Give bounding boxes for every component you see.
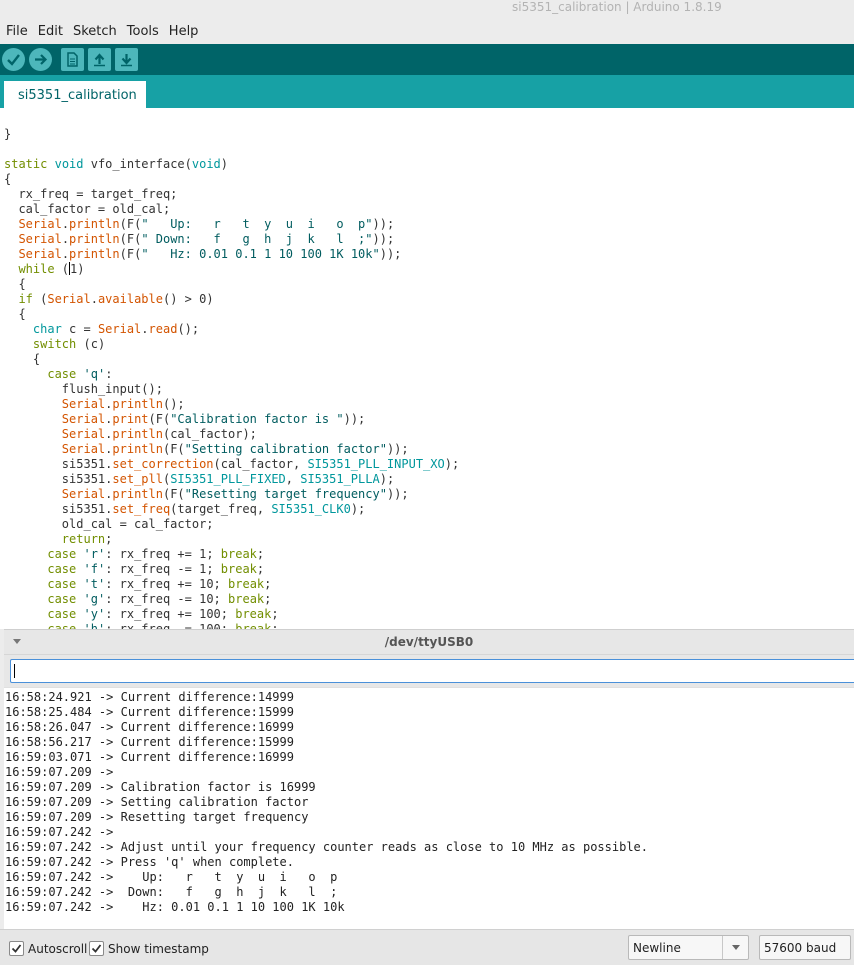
autoscroll-checkbox[interactable]	[9, 941, 24, 956]
serial-send-input[interactable]	[10, 659, 854, 683]
serial-output-line: 16:59:07.242 -> Up: r t y u i o p	[5, 870, 338, 884]
serial-output-line: 16:58:56.217 -> Current difference:15999	[5, 735, 294, 749]
serial-monitor-header[interactable]: /dev/ttyUSB0	[4, 629, 854, 655]
chevron-down-icon[interactable]	[722, 936, 748, 959]
autoscroll-label: Autoscroll	[28, 941, 88, 956]
serial-output-line: 16:59:07.242 -> Adjust until your freque…	[5, 840, 648, 854]
serial-output-line: 16:59:07.209 -> Resetting target frequen…	[5, 810, 309, 824]
checkmark-icon	[7, 54, 20, 66]
serial-port-label: /dev/ttyUSB0	[384, 635, 474, 649]
arrow-down-icon	[121, 54, 132, 67]
checkmark-icon	[91, 944, 102, 953]
line-ending-select[interactable]: Newline	[628, 935, 749, 960]
serial-output[interactable]: 16:58:24.921 -> Current difference:14999…	[4, 687, 854, 929]
show-timestamp-checkbox[interactable]	[89, 941, 104, 956]
tab-si5351-calibration[interactable]: si5351_calibration	[4, 81, 146, 108]
menu-tools[interactable]: Tools	[127, 24, 159, 39]
text-caret	[14, 664, 15, 678]
menu-bar: File Edit Sketch Tools Help	[0, 18, 854, 44]
upload-button[interactable]	[29, 48, 52, 71]
arrow-up-icon	[94, 53, 105, 67]
serial-output-line: 16:58:24.921 -> Current difference:14999	[5, 690, 294, 704]
save-button[interactable]	[115, 48, 138, 71]
serial-output-line: 16:58:25.484 -> Current difference:15999	[5, 705, 294, 719]
serial-output-line: 16:59:07.209 ->	[5, 765, 121, 779]
tab-bar: si5351_calibration	[0, 75, 854, 108]
open-button[interactable]	[88, 48, 111, 71]
window-title: si5351_calibration | Arduino 1.8.19	[512, 0, 722, 14]
code-line: }	[4, 127, 12, 141]
serial-output-line: 16:59:07.209 -> Calibration factor is 16…	[5, 780, 316, 794]
document-icon	[67, 52, 78, 67]
menu-sketch[interactable]: Sketch	[73, 24, 117, 39]
new-button[interactable]	[61, 48, 84, 71]
toolbar	[0, 44, 854, 75]
serial-output-line: 16:59:07.209 -> Setting calibration fact…	[5, 795, 309, 809]
serial-output-line: 16:59:07.242 -> Down: f g h j k l ;	[5, 885, 338, 899]
code-editor[interactable]: } static void vfo_interface(void) { rx_f…	[0, 108, 854, 629]
verify-button[interactable]	[2, 48, 25, 71]
window-titlebar: si5351_calibration | Arduino 1.8.19	[0, 0, 854, 18]
line-ending-value: Newline	[633, 941, 681, 955]
serial-output-line: 16:59:07.242 -> Press 'q' when complete.	[5, 855, 294, 869]
serial-output-line: 16:59:07.242 -> Hz: 0.01 0.1 1 10 100 1K…	[5, 900, 345, 914]
code-text: } static void vfo_interface(void) { rx_f…	[4, 127, 460, 629]
serial-bottom-bar: Autoscroll Show timestamp Newline 57600 …	[0, 929, 854, 965]
serial-output-line: 16:59:07.242 ->	[5, 825, 121, 839]
serial-output-lines: 16:58:24.921 -> Current difference:14999…	[5, 690, 648, 915]
serial-send-row	[4, 655, 854, 687]
baud-rate-value: 57600 baud	[764, 941, 837, 955]
autoscroll-toggle[interactable]: Autoscroll	[9, 941, 87, 956]
baud-rate-select[interactable]: 57600 baud	[759, 935, 851, 960]
editor-top-fade	[0, 108, 854, 119]
show-timestamp-toggle[interactable]: Show timestamp	[89, 941, 209, 956]
menu-help[interactable]: Help	[169, 24, 199, 39]
arrow-right-icon	[35, 54, 48, 65]
menu-edit[interactable]: Edit	[38, 24, 63, 39]
serial-output-line: 16:59:03.071 -> Current difference:16999	[5, 750, 294, 764]
serial-output-line: 16:58:26.047 -> Current difference:16999	[5, 720, 294, 734]
show-timestamp-label: Show timestamp	[108, 941, 209, 956]
checkmark-icon	[11, 944, 22, 953]
menu-file[interactable]: File	[6, 24, 28, 39]
